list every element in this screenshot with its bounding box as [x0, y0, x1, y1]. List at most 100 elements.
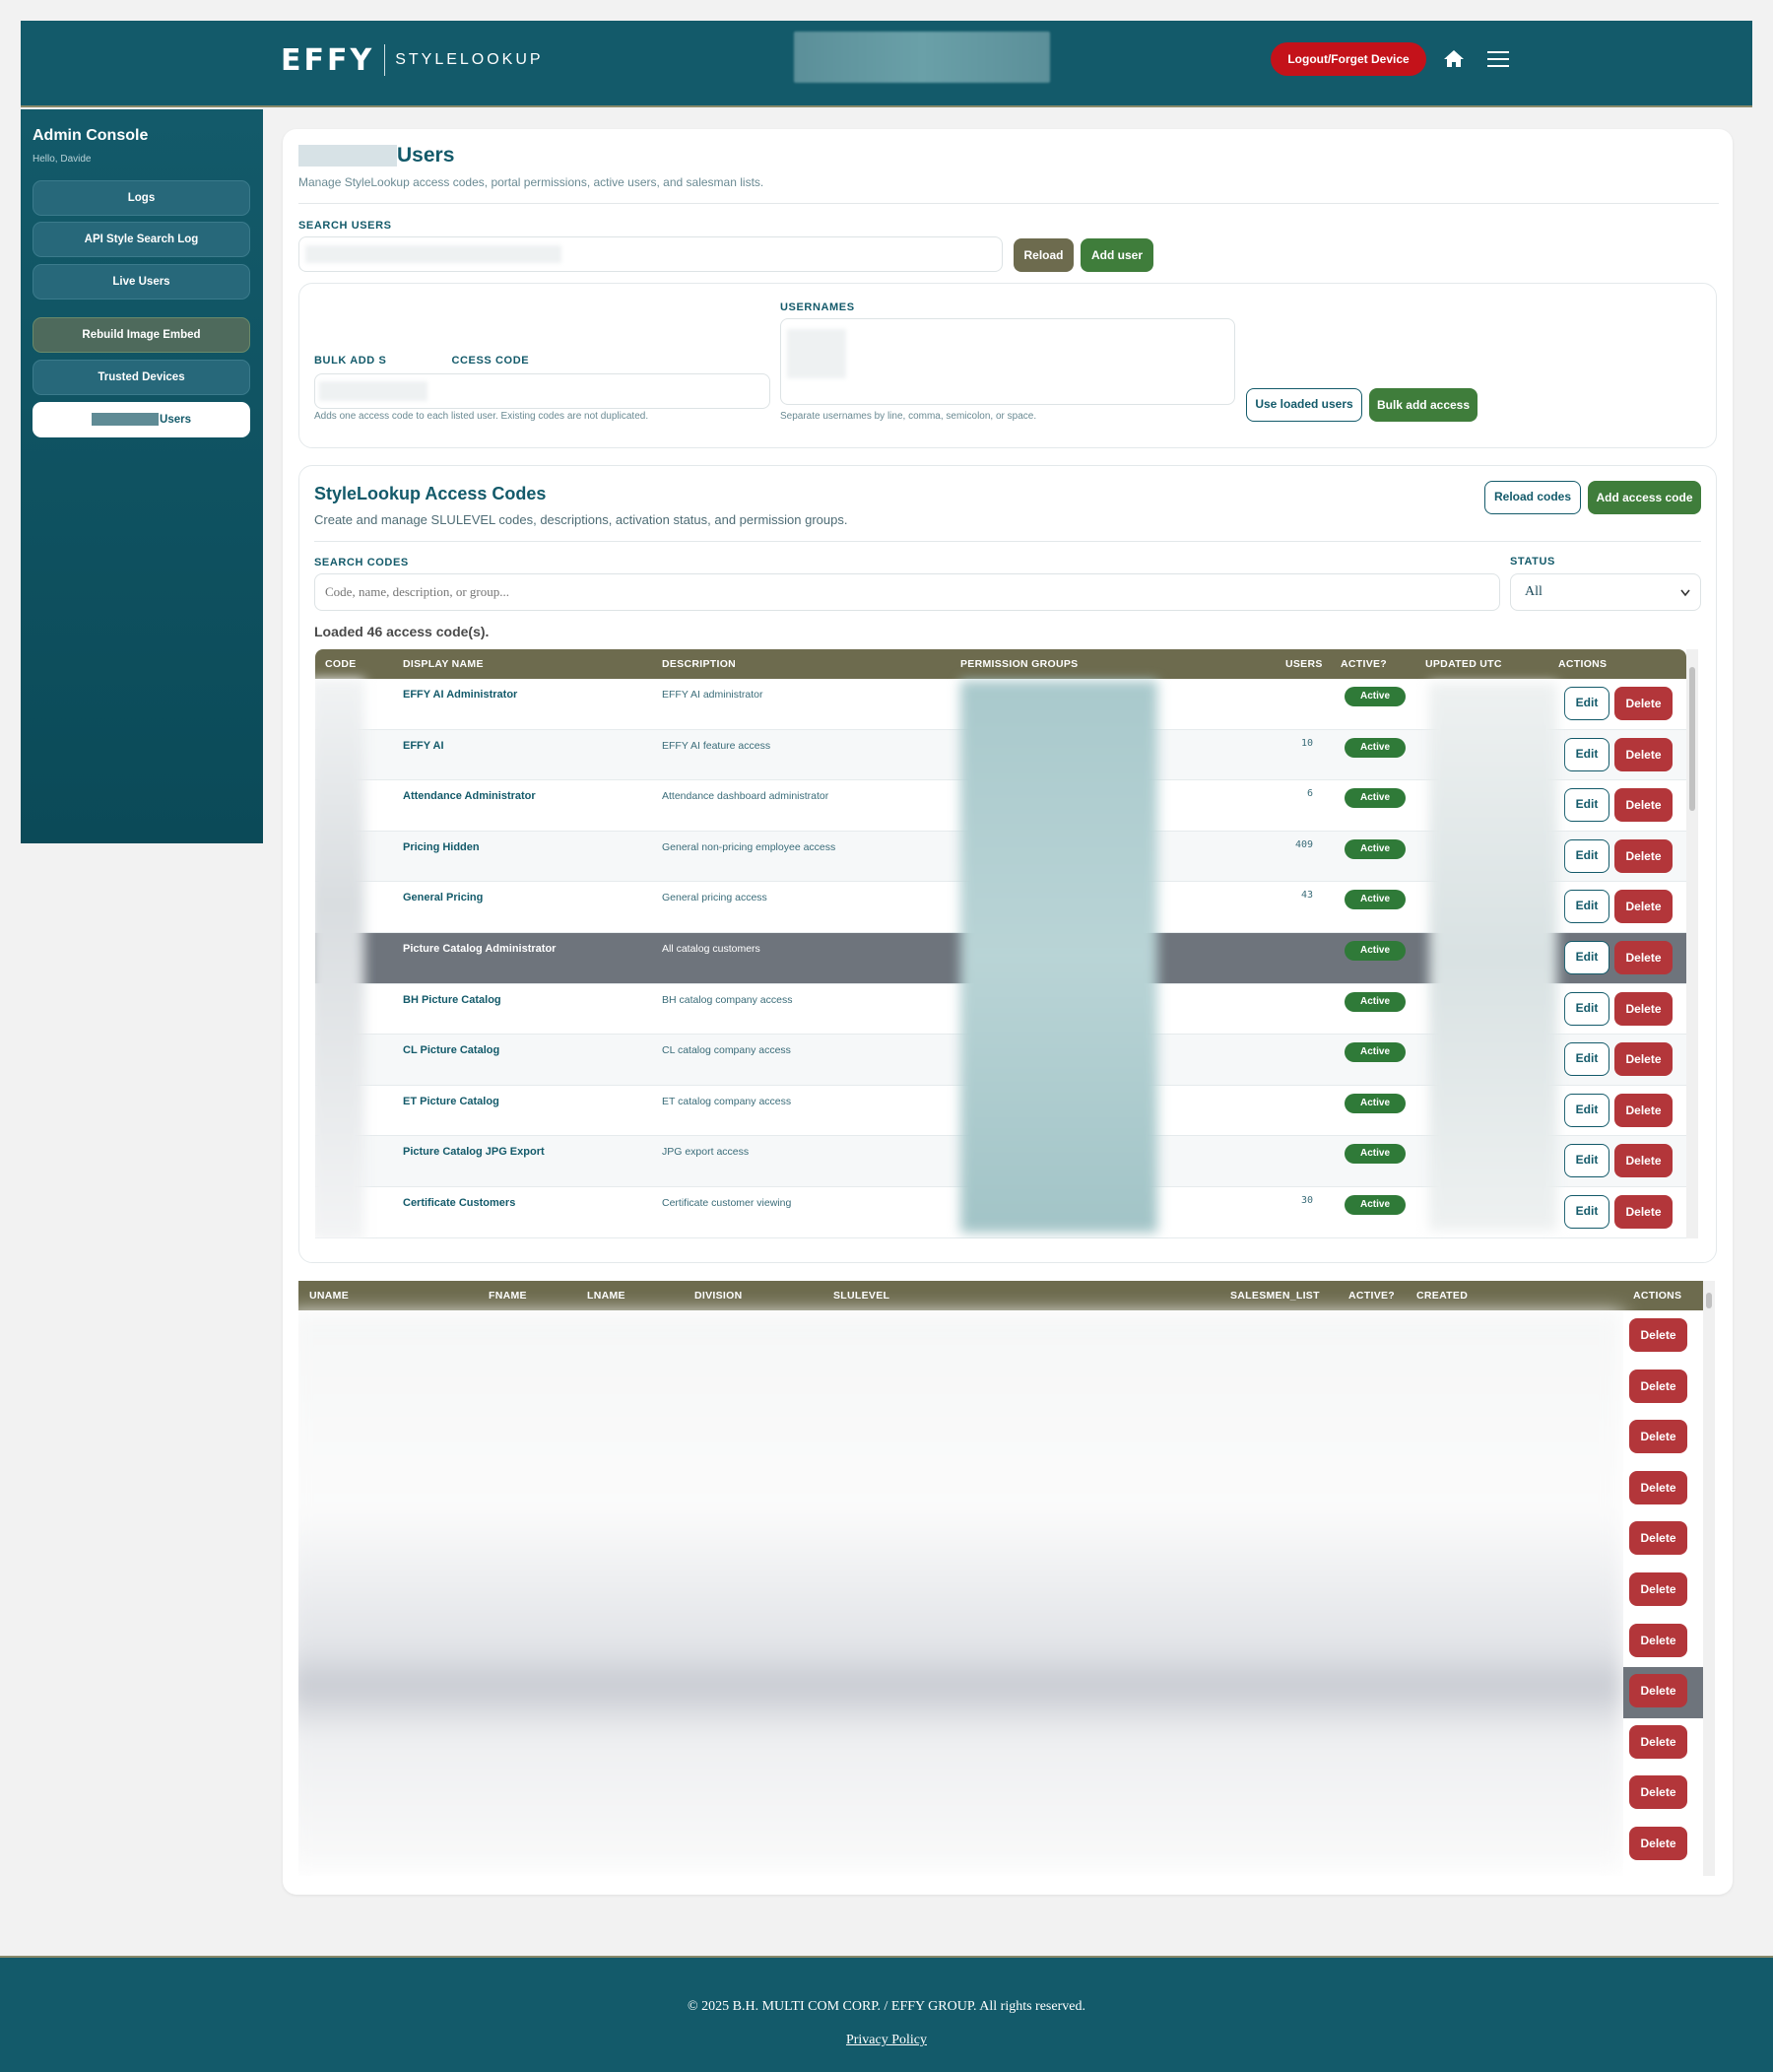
delete-button[interactable]: Delete: [1614, 941, 1673, 974]
loaded-codes-count: Loaded 46 access code(s).: [314, 624, 490, 639]
edit-button[interactable]: Edit: [1564, 991, 1609, 1026]
hamburger-menu-icon[interactable]: [1487, 50, 1509, 68]
row-display-name: Pricing Hidden: [403, 840, 480, 853]
delete-user-button[interactable]: Delete: [1629, 1521, 1687, 1556]
effy-logo[interactable]: EFFY STYLELOOKUP: [281, 42, 544, 78]
row-display-name: BH Picture Catalog: [403, 993, 501, 1006]
row-display-name: EFFY AI Administrator: [403, 689, 518, 701]
status-badge: Active: [1345, 941, 1406, 961]
col-created: CREATED: [1416, 1290, 1469, 1302]
status-badge: Active: [1345, 890, 1406, 910]
reload-users-button[interactable]: Reload: [1014, 238, 1074, 272]
sidebar-item-logs[interactable]: Logs: [33, 180, 250, 216]
edit-button[interactable]: Edit: [1564, 737, 1609, 771]
delete-button[interactable]: Delete: [1614, 1144, 1673, 1178]
edit-button[interactable]: Edit: [1564, 788, 1609, 823]
edit-button[interactable]: Edit: [1564, 941, 1609, 974]
redacted-permission-groups: [960, 681, 1157, 1233]
delete-button[interactable]: Delete: [1614, 687, 1673, 720]
row-display-name: Certificate Customers: [403, 1197, 516, 1209]
add-user-button[interactable]: Add user: [1081, 238, 1153, 272]
row-description: ET catalog company access: [662, 1095, 792, 1107]
delete-button[interactable]: Delete: [1614, 1042, 1673, 1077]
search-users-input[interactable]: [298, 236, 1003, 272]
delete-button[interactable]: Delete: [1614, 991, 1673, 1026]
row-display-name: Picture Catalog JPG Export: [403, 1146, 545, 1159]
redacted-input-value: [305, 245, 561, 263]
scroll-thumb[interactable]: [1689, 667, 1695, 811]
access-codes-subtitle: Create and manage SLULEVEL codes, descri…: [314, 512, 848, 527]
redacted-header-region: [794, 32, 1050, 83]
col-actions: ACTIONS: [1633, 1290, 1682, 1302]
search-codes-label: SEARCH CODES: [314, 557, 409, 568]
delete-user-button[interactable]: Delete: [1629, 1827, 1687, 1860]
status-select[interactable]: All: [1510, 573, 1701, 611]
edit-button[interactable]: Edit: [1564, 890, 1609, 924]
sidebar-item-trusted-devices[interactable]: Trusted Devices: [33, 360, 250, 395]
usernames-textarea[interactable]: [780, 318, 1235, 405]
home-icon[interactable]: [1442, 47, 1466, 71]
status-badge: Active: [1345, 1042, 1406, 1063]
delete-user-button[interactable]: Delete: [1629, 1318, 1687, 1352]
sidebar-title: Admin Console: [33, 127, 149, 144]
delete-button[interactable]: Delete: [1614, 890, 1673, 924]
delete-button[interactable]: Delete: [1614, 737, 1673, 771]
users-table-scrollbar[interactable]: [1703, 1281, 1715, 1876]
sidebar-item-api-style-search-log[interactable]: API Style Search Log: [33, 222, 250, 257]
row-display-name: ET Picture Catalog: [403, 1095, 499, 1107]
redacted-user-rows: [298, 1312, 1623, 1870]
sidebar-item-users[interactable]: Users: [33, 402, 250, 437]
row-description: EFFY AI administrator: [662, 689, 763, 701]
delete-button[interactable]: Delete: [1614, 1195, 1673, 1229]
row-users-count: 409: [1294, 838, 1313, 850]
row-display-name: EFFY AI: [403, 739, 444, 752]
reload-codes-button[interactable]: Reload codes: [1484, 481, 1581, 514]
col-division: DIVISION: [694, 1290, 743, 1302]
edit-button[interactable]: Edit: [1564, 838, 1609, 873]
codes-table-scrollbar[interactable]: [1686, 649, 1698, 1238]
logout-forget-device-button[interactable]: Logout/Forget Device: [1271, 42, 1426, 76]
delete-user-button[interactable]: Delete: [1629, 1775, 1687, 1810]
bulk-access-code-input[interactable]: [314, 373, 770, 409]
page-title-text: Users: [397, 144, 455, 167]
row-display-name: General Pricing: [403, 892, 484, 904]
delete-user-button[interactable]: Delete: [1629, 1420, 1687, 1454]
edit-button[interactable]: Edit: [1564, 687, 1609, 720]
edit-button[interactable]: Edit: [1564, 1195, 1609, 1229]
delete-user-button[interactable]: Delete: [1629, 1572, 1687, 1606]
redacted-input-value: [787, 329, 846, 378]
col-salesmen-list: SALESMEN_LIST: [1230, 1290, 1320, 1302]
delete-button[interactable]: Delete: [1614, 788, 1673, 823]
delete-user-button[interactable]: Delete: [1629, 1369, 1687, 1403]
col-active: ACTIVE?: [1348, 1290, 1396, 1302]
delete-user-button[interactable]: Delete: [1629, 1623, 1687, 1657]
bulk-code-label: BULK ADD S CCESS CODE: [314, 355, 530, 367]
redacted-text: [92, 413, 160, 427]
access-codes-table: CODE DISPLAY NAME DESCRIPTION PERMISSION…: [315, 649, 1686, 1238]
use-loaded-users-button[interactable]: Use loaded users: [1246, 388, 1362, 422]
edit-button[interactable]: Edit: [1564, 1144, 1609, 1178]
page-subtitle: Manage StyleLookup access codes, portal …: [298, 175, 764, 189]
delete-button[interactable]: Delete: [1614, 1093, 1673, 1127]
privacy-policy-link[interactable]: Privacy Policy: [846, 2033, 927, 2047]
scroll-thumb[interactable]: [1706, 1293, 1712, 1308]
edit-button[interactable]: Edit: [1564, 1093, 1609, 1127]
search-codes-input[interactable]: [314, 573, 1500, 611]
row-users-count: 6: [1306, 788, 1313, 800]
page-title: Users: [298, 144, 454, 167]
bulk-add-access-button[interactable]: Bulk add access: [1369, 388, 1478, 422]
sidebar-item-rebuild-image-embed[interactable]: Rebuild Image Embed: [33, 317, 250, 353]
add-access-code-button[interactable]: Add access code: [1588, 481, 1701, 514]
sidebar-item-live-users[interactable]: Live Users: [33, 264, 250, 300]
row-description: General non-pricing employee access: [662, 840, 836, 853]
chevron-down-icon: [1680, 589, 1690, 597]
status-badge: Active: [1345, 1144, 1406, 1165]
delete-user-button[interactable]: Delete: [1629, 1674, 1687, 1708]
row-description: Attendance dashboard administrator: [662, 790, 829, 803]
delete-user-button[interactable]: Delete: [1629, 1724, 1687, 1759]
redacted-title-prefix: [298, 145, 397, 167]
delete-button[interactable]: Delete: [1614, 838, 1673, 873]
status-badge: Active: [1345, 1195, 1406, 1215]
delete-user-button[interactable]: Delete: [1629, 1470, 1687, 1504]
edit-button[interactable]: Edit: [1564, 1042, 1609, 1077]
